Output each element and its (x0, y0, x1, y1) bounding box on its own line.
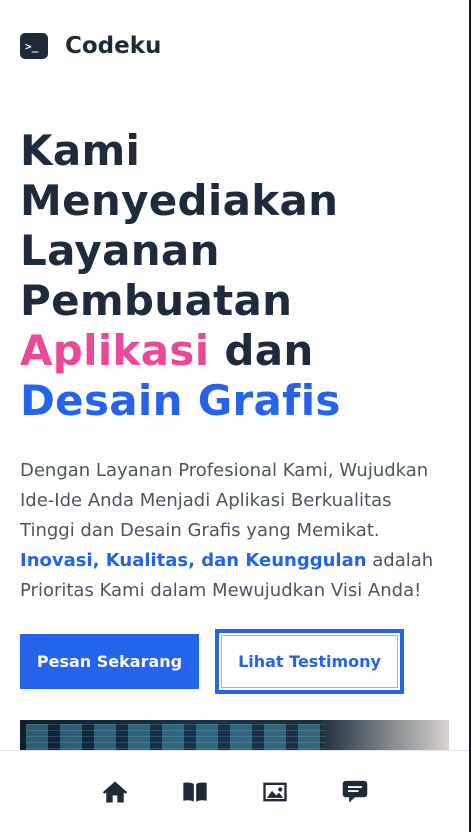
image-icon (262, 782, 287, 801)
terminal-icon[interactable]: >_ (20, 33, 48, 59)
bottom-nav (0, 750, 469, 832)
hero-title-line: Pembuatan (20, 276, 293, 325)
nav-item-gallery[interactable] (235, 768, 315, 816)
hero-title: Kami Menyediakan Layanan Pembuatan Aplik… (20, 126, 460, 426)
logo-glyph: >_ (25, 39, 39, 53)
description-after-highlight: adalah (366, 550, 434, 571)
description-line: Dengan Layanan Profesional Kami, Wujudka… (20, 460, 429, 481)
hero-title-line: Menyediakan (20, 176, 339, 225)
nav-item-home[interactable] (75, 768, 155, 816)
hero-description: Dengan Layanan Profesional Kami, Wujudka… (20, 456, 460, 606)
order-now-button[interactable]: Pesan Sekarang (20, 634, 199, 689)
view-testimony-button[interactable]: Lihat Testimony (215, 629, 404, 694)
nav-item-chat[interactable] (315, 768, 395, 816)
hero-title-line: Layanan (20, 226, 220, 275)
header: >_ Codeku (20, 30, 161, 62)
page: >_ Codeku Kami Menyediakan Layanan Pembu… (0, 0, 471, 832)
home-icon (102, 781, 127, 802)
description-line: Tinggi dan Desain Grafis yang Memikat. (20, 520, 380, 541)
description-line: Inovasi, Kualitas, dan Keunggulan adalah (20, 546, 460, 576)
description-line: Prioritas Kami dalam Mewujudkan Visi And… (20, 580, 422, 601)
hero-accent-pink: Aplikasi (20, 326, 210, 375)
hero-title-line: Kami (20, 126, 141, 175)
hero-title-connector: dan (209, 326, 314, 375)
description-line: Ide-Ide Anda Menjadi Aplikasi Berkualita… (20, 490, 392, 511)
hero-title-line: Aplikasi dan (20, 326, 460, 376)
hero-accent-blue: Desain Grafis (20, 376, 341, 425)
book-icon (182, 781, 207, 802)
chat-icon (342, 780, 367, 802)
description-highlight: Inovasi, Kualitas, dan Keunggulan (20, 550, 367, 571)
brand-name[interactable]: Codeku (65, 33, 161, 59)
nav-item-book[interactable] (155, 768, 235, 816)
